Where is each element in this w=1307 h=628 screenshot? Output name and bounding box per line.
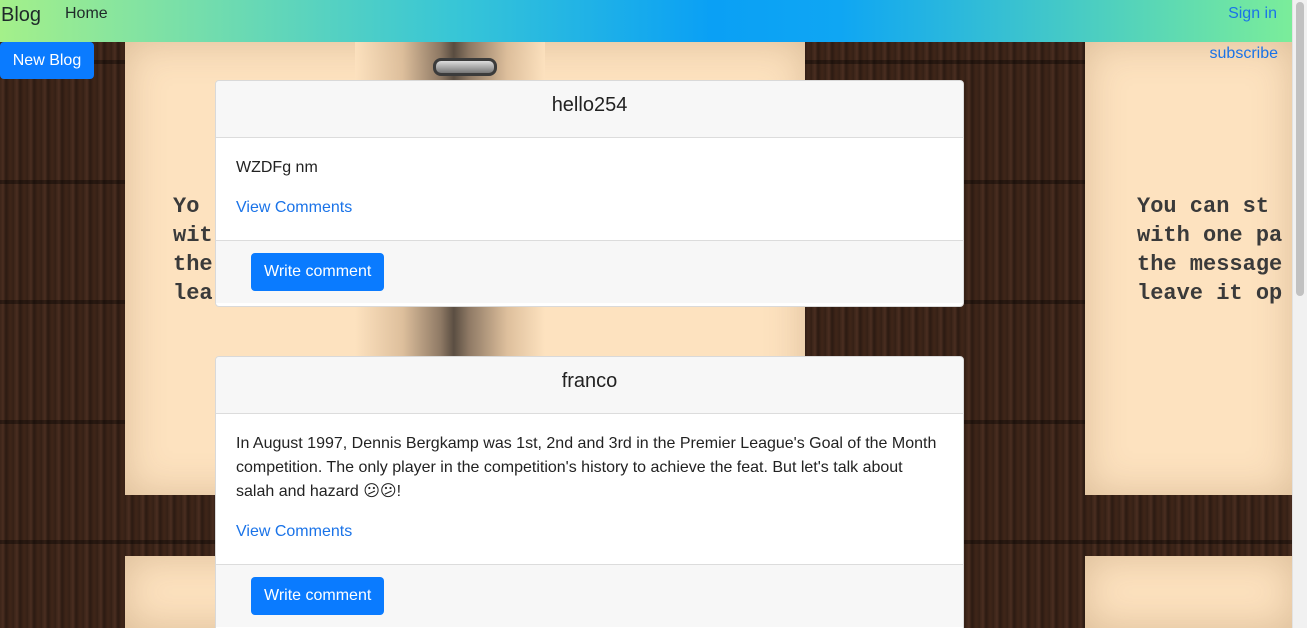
blog-post-card: franco In August 1997, Dennis Bergkamp w… [215, 356, 964, 628]
post-content: WZDFg nm [236, 159, 318, 176]
write-comment-button[interactable]: Write comment [251, 253, 385, 291]
post-title: franco [216, 357, 963, 414]
brand-logo[interactable]: Blog [1, 4, 41, 27]
view-comments-link[interactable]: View Comments [236, 196, 352, 220]
binder-ring-icon [433, 58, 497, 76]
post-content: In August 1997, Dennis Bergkamp was 1st,… [236, 435, 937, 500]
write-comment-button[interactable]: Write comment [251, 577, 385, 615]
new-blog-button[interactable]: New Blog [0, 42, 94, 79]
background-paper-right: You can st with one pa the message leave… [1085, 42, 1293, 495]
scrollbar-thumb[interactable] [1296, 2, 1304, 296]
page-scrollbar[interactable] [1292, 0, 1307, 628]
post-body: WZDFg nm View Comments [216, 138, 963, 240]
post-body: In August 1997, Dennis Bergkamp was 1st,… [216, 414, 963, 564]
post-footer: Write comment [216, 564, 963, 627]
subscribe-link[interactable]: subscribe [1210, 45, 1278, 63]
background-paper-bottom-right [1085, 556, 1293, 628]
post-title: hello254 [216, 81, 963, 138]
blog-post-card: hello254 WZDFg nm View Comments Write co… [215, 80, 964, 307]
background-note-text: You can st with one pa the message leave… [1137, 194, 1283, 306]
nav-home-link[interactable]: Home [65, 5, 108, 23]
sign-in-link[interactable]: Sign in [1228, 5, 1277, 23]
post-footer: Write comment [216, 240, 963, 303]
navbar: Blog Home Sign in [0, 0, 1293, 42]
background-note-text: Yo wit the lea [173, 194, 213, 306]
view-comments-link[interactable]: View Comments [236, 520, 352, 544]
